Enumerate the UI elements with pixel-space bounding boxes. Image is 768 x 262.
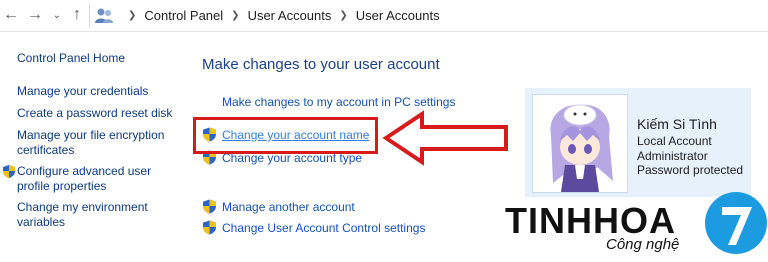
chevron-right-icon: ❯ [339,9,348,21]
sidebar-item-environment-variables[interactable]: Change my environment variables [17,200,177,230]
page-title: Make changes to your user account [202,56,440,73]
sidebar-item-advanced-user-profile[interactable]: Configure advanced user profile properti… [17,164,177,194]
chevron-down-icon[interactable]: ⌄ [46,4,68,26]
breadcrumb[interactable]: ❯ Control Panel ❯ User Accounts ❯ User A… [89,3,768,27]
sidebar-item-file-encryption-certificates[interactable]: Manage your file encryption certificates [17,128,177,158]
account-type: Local Account [637,134,712,148]
chevron-right-icon: ❯ [128,9,137,21]
uac-shield-icon [203,220,216,235]
account-role: Administrator [637,149,708,163]
account-status: Password protected [637,163,744,177]
breadcrumb-user-accounts-current[interactable]: User Accounts [356,8,440,23]
task-pc-settings[interactable]: Make changes to my account in PC setting… [222,95,455,109]
breadcrumb-control-panel[interactable]: Control Panel [144,8,223,23]
sidebar: Control Panel Home Manage your credentia… [0,31,195,262]
sidebar-item-password-reset-disk[interactable]: Create a password reset disk [17,106,172,121]
chevron-right-icon: ❯ [231,9,240,21]
watermark-tagline: Công nghệ [606,236,680,253]
uac-shield-icon [203,199,216,214]
back-arrow-icon[interactable]: ← [0,4,22,26]
avatar[interactable] [532,94,628,193]
address-bar: ← → ⌄ ↑ ❯ Control Panel ❯ User Accounts … [0,0,768,32]
up-arrow-icon[interactable]: ↑ [66,4,88,26]
account-card: Kiếm Si Tình Local Account Administrator… [525,88,751,197]
task-manage-another-account[interactable]: Manage another account [222,200,355,214]
breadcrumb-user-accounts[interactable]: User Accounts [248,8,332,23]
left-arrow-annotation-icon [382,110,508,166]
brand-logo-icon [705,192,767,254]
sidebar-item-control-panel-home[interactable]: Control Panel Home [17,51,125,66]
task-uac-settings[interactable]: Change User Account Control settings [222,221,425,235]
highlight-box [193,117,378,154]
user-accounts-icon [95,8,113,23]
forward-arrow-icon[interactable]: → [24,4,46,26]
uac-shield-icon [3,165,15,178]
account-name: Kiếm Si Tình [637,116,717,132]
sidebar-item-manage-credentials[interactable]: Manage your credentials [17,84,148,99]
